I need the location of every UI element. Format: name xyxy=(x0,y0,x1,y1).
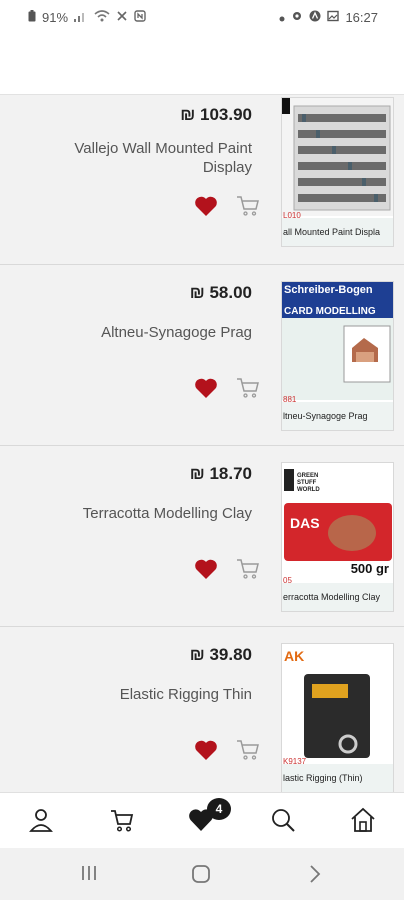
product-price: ₪ 18.70 xyxy=(189,464,252,483)
battery-percent: 91% xyxy=(42,10,69,25)
product-item[interactable]: GREEN STUFF WORLD DAS 500 gr 05 erracott… xyxy=(0,446,404,627)
product-image[interactable]: AK K9137 lastic Rigging (Thin) xyxy=(281,643,394,792)
app-header xyxy=(0,36,404,95)
search-icon[interactable] xyxy=(268,805,298,835)
wishlist-heart-icon[interactable] xyxy=(194,558,218,580)
settings-gear-icon xyxy=(291,10,303,25)
clock: 16:27 xyxy=(345,10,378,25)
image-caption: all Mounted Paint Displa xyxy=(282,218,393,246)
paint-display-picture xyxy=(282,98,393,216)
product-price: ₪ 39.80 xyxy=(189,645,252,664)
image-brand: AK xyxy=(284,648,305,664)
product-name[interactable]: Terracotta Modelling Clay xyxy=(62,504,252,523)
app-notification-icon xyxy=(309,10,321,25)
wishlist-heart-icon[interactable] xyxy=(194,377,218,399)
recent-apps-icon[interactable] xyxy=(80,864,98,887)
add-to-cart-icon[interactable] xyxy=(236,739,260,761)
dot-icon xyxy=(279,10,285,25)
image-caption: ltneu-Synagoge Prag xyxy=(282,402,393,430)
wishlist-count-badge: 4 xyxy=(207,798,231,820)
profile-user-icon[interactable] xyxy=(26,805,56,835)
image-caption: lastic Rigging (Thin) xyxy=(282,764,393,792)
status-bar: 91% 16:27 xyxy=(0,0,404,36)
wishlist-heart-icon[interactable] xyxy=(194,195,218,217)
home-button-icon[interactable] xyxy=(191,864,211,889)
wishlist-heart-icon[interactable] xyxy=(194,739,218,761)
product-item[interactable]: L010 all Mounted Paint Displa ₪ 103.90 V… xyxy=(0,95,404,265)
card-model-picture xyxy=(282,282,393,400)
product-image[interactable]: L010 all Mounted Paint Displa xyxy=(281,97,394,247)
product-image[interactable]: GREEN STUFF WORLD DAS 500 gr 05 erracott… xyxy=(281,462,394,612)
product-price: ₪ 103.90 xyxy=(180,105,252,124)
image-product: DAS xyxy=(290,515,320,531)
product-item[interactable]: AK K9137 lastic Rigging (Thin) ₪ 39.80 E… xyxy=(0,627,404,792)
image-title: Schreiber-Bogen xyxy=(284,284,373,296)
product-image[interactable]: Schreiber-Bogen CARD MODELLING 881 ltneu… xyxy=(281,281,394,431)
product-list[interactable]: L010 all Mounted Paint Displa ₪ 103.90 V… xyxy=(0,95,404,792)
bottom-navigation xyxy=(0,792,404,849)
product-item[interactable]: Schreiber-Bogen CARD MODELLING 881 ltneu… xyxy=(0,265,404,446)
product-price: ₪ 58.00 xyxy=(189,283,252,302)
add-to-cart-icon[interactable] xyxy=(236,558,260,580)
image-caption: erracotta Modelling Clay xyxy=(282,583,393,611)
product-name[interactable]: Vallejo Wall Mounted Paint Display xyxy=(62,139,252,177)
product-name[interactable]: Altneu-Synagoge Prag xyxy=(62,323,252,342)
add-to-cart-icon[interactable] xyxy=(236,377,260,399)
image-brand: GREEN STUFF WORLD xyxy=(297,473,320,493)
add-to-cart-icon[interactable] xyxy=(236,195,260,217)
nfc-icon xyxy=(134,10,146,25)
image-weight: 500 gr xyxy=(350,561,389,576)
wifi-icon xyxy=(94,10,110,25)
image-notification-icon xyxy=(327,10,340,25)
product-name[interactable]: Elastic Rigging Thin xyxy=(62,685,252,704)
image-subtitle: CARD MODELLING xyxy=(284,306,376,317)
back-icon[interactable] xyxy=(308,864,322,889)
mute-icon xyxy=(116,10,128,25)
signal-icon xyxy=(74,10,88,25)
home-icon[interactable] xyxy=(348,805,378,835)
cart-icon[interactable] xyxy=(107,805,137,835)
system-navigation-bar xyxy=(0,848,404,900)
battery-icon xyxy=(28,10,36,25)
